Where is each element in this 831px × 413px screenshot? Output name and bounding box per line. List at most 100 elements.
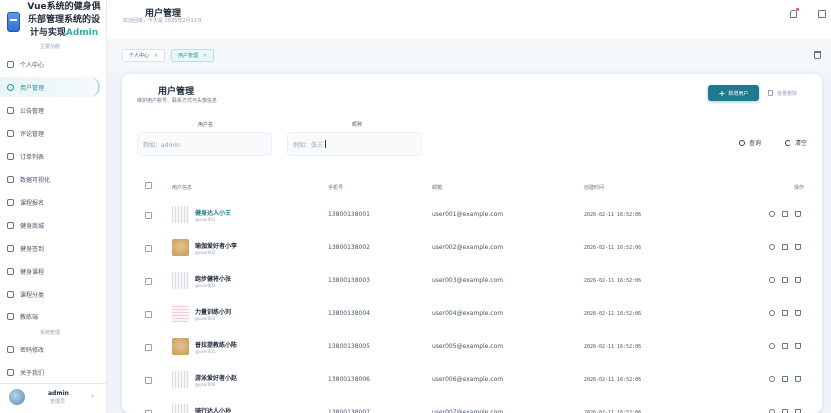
bell-icon[interactable] (790, 8, 799, 18)
calendar-icon (7, 198, 14, 206)
key-icon[interactable] (769, 310, 775, 316)
comment-icon (7, 129, 14, 137)
table-row[interactable]: 骑行达人小孙@user00713800138007user007@example… (122, 397, 822, 413)
sidebar-item-users[interactable]: 用户管理 (0, 77, 100, 97)
user-menu[interactable]: admin 管理员 › (0, 383, 107, 413)
username-label: 用户名 (198, 122, 214, 128)
table-row[interactable]: 游泳爱好者小赵 @user006 13800138006 user006@exampl… (122, 364, 822, 397)
table-row[interactable]: 普拉提教练小陈 @user005 13800138005 user005@exampl… (122, 331, 822, 364)
username-input[interactable]: 例如：admin (137, 132, 272, 156)
phone-cell: 13800138005 (328, 343, 370, 350)
trash-icon[interactable] (795, 409, 801, 413)
sidebar-item-enrollment[interactable]: 课程报名 (0, 192, 100, 212)
edit-icon[interactable] (782, 376, 788, 382)
sidebar-item-about[interactable]: 关于我们 (0, 362, 100, 382)
close-icon[interactable]: × (203, 53, 207, 59)
users-icon (7, 83, 14, 91)
phone-cell: 13800138003 (328, 277, 370, 284)
list-icon (7, 152, 14, 160)
text-cursor (325, 140, 326, 148)
user-name: 游泳爱好者小赵 (195, 375, 238, 382)
row-checkbox[interactable] (145, 212, 152, 219)
checkin-icon (7, 244, 14, 252)
row-checkbox[interactable] (145, 377, 152, 384)
sidebar-item-categories[interactable]: 课程分类 (0, 284, 100, 304)
key-icon[interactable] (769, 277, 775, 283)
trash-icon[interactable] (795, 211, 801, 217)
tab-users[interactable]: 用户管理 × (171, 49, 215, 62)
created-cell: 2026-02-11 16:52:06 (584, 377, 642, 383)
sidebar-item-checkin[interactable]: 健身签到 (0, 238, 100, 258)
row-checkbox[interactable] (145, 278, 152, 285)
search-button[interactable]: 查询 (739, 138, 761, 147)
key-icon[interactable] (769, 343, 775, 349)
edit-icon[interactable] (782, 310, 788, 316)
chart-icon (7, 175, 14, 183)
user-handle: @user004 (195, 316, 216, 321)
course-icon (7, 267, 14, 275)
row-checkbox[interactable] (145, 245, 152, 252)
sidebar-item-password[interactable]: 密码修改 (0, 339, 100, 359)
user-name: 力量训练小刘 (195, 309, 232, 316)
trash-icon[interactable] (795, 310, 801, 316)
table-row[interactable]: 跑步健将小张 @user003 13800138003 user003@example… (122, 265, 822, 298)
batch-delete-button[interactable]: 批量删除 (768, 85, 810, 101)
user-handle: @user002 (195, 250, 216, 255)
fullscreen-icon[interactable] (818, 10, 826, 18)
key-icon[interactable] (769, 376, 775, 382)
trash-icon[interactable] (795, 244, 801, 250)
key-icon[interactable] (769, 211, 775, 217)
refresh-icon (785, 139, 791, 146)
created-cell: 2026-02-11 16:52:06 (584, 245, 642, 251)
email-cell: user003@example.com (432, 277, 504, 284)
info-icon (7, 368, 14, 376)
sidebar-item-coach[interactable]: 教练端 (0, 306, 100, 326)
user-role: 管理员 (50, 399, 66, 405)
sidebar-item-visualization[interactable]: 数据可视化 (0, 169, 100, 189)
close-icon[interactable]: × (154, 53, 158, 59)
select-all-checkbox[interactable] (145, 182, 152, 189)
table-row[interactable]: 健身达人小王 @user001 13800138001 user001@example… (122, 199, 822, 232)
top-header: 用户管理 欢迎回来，今天是 2026年2月11日 (107, 0, 831, 39)
page-subtitle: 欢迎回来，今天是 2026年2月11日 (123, 18, 202, 24)
user-handle: @user006 (195, 382, 216, 387)
trash-icon[interactable] (795, 376, 801, 382)
sidebar-item-courses[interactable]: 健身课程 (0, 261, 100, 281)
table-row[interactable]: 瑜伽爱好者小李 @user002 13800138002 user002@exampl… (122, 232, 822, 265)
trash-icon[interactable] (795, 343, 801, 349)
sidebar-item-announcements[interactable]: 公告管理 (0, 100, 100, 120)
key-icon[interactable] (769, 244, 775, 250)
avatar (172, 305, 189, 322)
avatar (172, 239, 189, 256)
sidebar-item-profile[interactable]: 个人中心 (0, 54, 100, 74)
add-user-button[interactable]: + 新增用户 (708, 85, 759, 101)
tab-profile[interactable]: 个人中心 × (122, 49, 166, 62)
row-checkbox[interactable] (145, 344, 152, 351)
megaphone-icon (7, 106, 14, 114)
phone-cell: 13800138004 (328, 310, 370, 317)
sidebar: Vue系统的健身俱 乐部管理系统的设 计与实现Admin 主要功能 个人中心 用… (0, 0, 107, 413)
nickname-input[interactable]: 例如：张三 (287, 132, 422, 156)
sidebar-item-comments[interactable]: 评论管理 (0, 123, 100, 143)
user-handle: @user001 (195, 217, 216, 222)
plus-icon: + (718, 88, 726, 98)
user-name: 健身达人小王 (195, 210, 232, 217)
email-cell: user002@example.com (432, 244, 504, 251)
edit-icon[interactable] (782, 244, 788, 250)
sidebar-item-shop[interactable]: 健身商城 (0, 215, 100, 235)
coach-icon (7, 312, 14, 320)
table-row[interactable]: 力量训练小刘 @user004 13800138004 user004@example… (122, 298, 822, 331)
edit-icon[interactable] (782, 409, 788, 413)
edit-icon[interactable] (782, 211, 788, 217)
column-header: 创建时间 (584, 185, 605, 191)
trash-icon[interactable] (795, 277, 801, 283)
row-checkbox[interactable] (145, 311, 152, 318)
sidebar-item-orders[interactable]: 订单列表 (0, 146, 100, 166)
column-header: 用户信息 (172, 185, 193, 191)
key-icon[interactable] (769, 409, 775, 413)
reset-button[interactable]: 清空 (785, 138, 807, 147)
trash-icon[interactable] (814, 51, 821, 59)
avatar (172, 206, 189, 223)
edit-icon[interactable] (782, 343, 788, 349)
edit-icon[interactable] (782, 277, 788, 283)
